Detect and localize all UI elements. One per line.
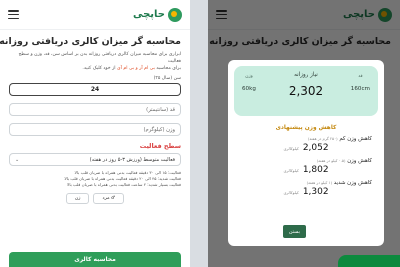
result-summary-card: وزن 60kg نیاز روزانه 2,302 قد 160cm: [234, 66, 378, 116]
option-calories: 2,052: [302, 143, 329, 153]
option-calories: 1,302: [302, 187, 329, 197]
weight-loss-option: کاهش وزن کم (۲۵۰ گرم در هفته) 2,052 کیلو…: [234, 136, 378, 153]
option-label: کاهش وزن کم: [339, 136, 372, 142]
hamburger-menu-icon[interactable]: [8, 10, 19, 19]
calculator-form-screen: حاپچی محاسبه گر میزان کالری دریافتی روزا…: [0, 0, 190, 267]
form-content: محاسبه گر میزان کالری دریافتی روزانه ابز…: [0, 30, 190, 204]
top-bar: حاپچی: [0, 0, 190, 30]
age-label: سن (سال ۲۵): [153, 76, 181, 81]
weight-input[interactable]: وزن (کیلوگرم): [9, 123, 181, 136]
option-rate: (۰.۵ کیلو در هفته): [316, 158, 346, 163]
gender-male-button[interactable]: ♂ مرد: [93, 192, 125, 204]
suggestion-title: کاهش وزن پیشنهادی: [275, 125, 337, 131]
option-rate: (۱ کیلو در هفته): [306, 180, 333, 185]
option-value-row: 1,802 کیلوکالری: [240, 165, 372, 175]
activity-note: فعالیت بسیار شدید: ۲ ساعت فعالیت بدنی هم…: [66, 182, 181, 188]
page-description: ابزاری برای محاسبه میزان کالری دریافتی ر…: [9, 51, 181, 72]
calculate-button[interactable]: محاسبه کالری: [9, 252, 181, 267]
page-title-row: محاسبه گر میزان کالری دریافتی روزانه: [0, 36, 181, 47]
description-line: ابزاری برای محاسبه میزان کالری دریافتی ر…: [18, 52, 181, 64]
weight-loss-option: کاهش وزن شدید (۱ کیلو در هفته) 1,302 کیل…: [234, 180, 378, 197]
app-logo[interactable]: حاپچی: [132, 7, 182, 22]
height-stat-value: 160cm: [350, 86, 370, 92]
option-label: کاهش وزن شدید: [333, 180, 372, 186]
close-button[interactable]: بستن: [282, 225, 306, 238]
activity-notes: فعالیت: ۱۵ الی ۳۰ دقیقه فعالیت بدنی همرا…: [9, 170, 181, 189]
option-calories: 1,802: [302, 165, 329, 175]
activity-select[interactable]: فعالیت متوسط (ورزش ۳-۵ روز در هفته) ⌄: [9, 153, 181, 166]
option-name: کاهش وزن کم (۲۵۰ گرم در هفته): [240, 136, 372, 142]
age-input[interactable]: 24: [9, 83, 181, 96]
gender-female-button[interactable]: زن: [65, 192, 90, 204]
weight-loss-option: کاهش وزن (۰.۵ کیلو در هفته) 1,802 کیلوکا…: [234, 158, 378, 175]
option-name: کاهش وزن شدید (۱ کیلو در هفته): [240, 180, 372, 186]
option-label: کاهش وزن: [347, 158, 372, 164]
option-unit: کیلوکالری: [283, 168, 299, 173]
screen: حاپچی محاسبه گر میزان کالری دریافتی روزا…: [0, 0, 400, 267]
height-stat-label: قد: [358, 74, 363, 79]
option-value-row: 2,052 کیلوکالری: [240, 143, 372, 153]
height-input[interactable]: قد (سانتیمتر): [9, 103, 181, 116]
screen-gap: [190, 0, 208, 267]
description-prefix: برای محاسبه: [154, 66, 181, 71]
logo-text: حاپچی: [132, 9, 165, 20]
height-stat: قد 160cm: [351, 74, 370, 92]
chevron-down-icon: ⌄: [15, 156, 20, 163]
corner-button-dimmed: [338, 255, 400, 267]
bmr-bmi-link[interactable]: بی ام آر و بی ام آی: [117, 66, 155, 71]
activity-selected-value: فعالیت متوسط (ورزش ۳-۵ روز در هفته): [89, 156, 175, 163]
page-title: محاسبه گر میزان کالری دریافتی روزانه: [0, 36, 181, 47]
option-name: کاهش وزن (۰.۵ کیلو در هفته): [240, 158, 372, 164]
activity-section-title: سطح فعالیت: [139, 142, 181, 150]
option-value-row: 1,302 کیلوکالری: [240, 187, 372, 197]
result-modal: وزن 60kg نیاز روزانه 2,302 قد 160cm کاهش…: [228, 60, 384, 246]
option-rate: (۲۵۰ گرم در هفته): [308, 136, 338, 141]
logo-mark-icon: [168, 7, 182, 22]
option-unit: کیلوکالری: [283, 190, 299, 195]
gender-selector: ♂ مرد زن: [9, 192, 181, 204]
option-unit: کیلوکالری: [283, 146, 299, 151]
description-suffix: از خود کلیک کنید.: [82, 66, 118, 71]
